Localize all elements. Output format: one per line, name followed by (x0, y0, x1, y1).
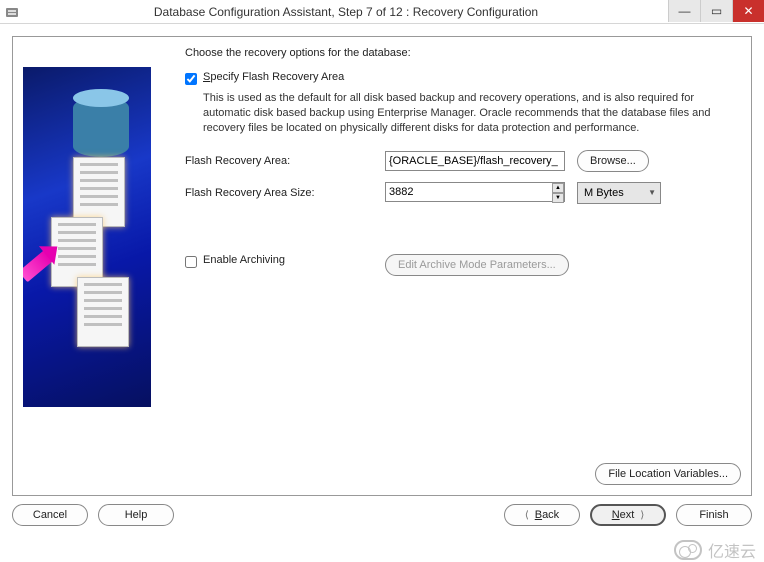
specify-flash-recovery-label: Specify Flash Recovery Area (203, 71, 344, 83)
chevron-down-icon: ▼ (648, 188, 656, 197)
maximize-button[interactable]: ▭ (700, 0, 732, 22)
chevron-left-icon: ⟨ (525, 510, 529, 521)
browse-button[interactable]: Browse... (577, 150, 649, 172)
minimize-button[interactable]: — (668, 0, 700, 22)
flash-size-unit-select[interactable]: M Bytes ▼ (577, 182, 661, 204)
file-location-variables-button[interactable]: File Location Variables... (595, 463, 741, 485)
cancel-button[interactable]: Cancel (12, 504, 88, 526)
flash-area-input[interactable] (385, 151, 565, 171)
specify-flash-recovery-checkbox[interactable] (185, 73, 197, 85)
window-title: Database Configuration Assistant, Step 7… (24, 5, 668, 19)
finish-button[interactable]: Finish (676, 504, 752, 526)
flash-size-label: Flash Recovery Area Size: (185, 187, 385, 199)
document-icon (77, 277, 129, 347)
close-icon: ✕ (743, 4, 753, 18)
chevron-right-icon: ⟩ (640, 510, 644, 521)
minimize-icon: — (679, 4, 691, 18)
edit-archive-params-button: Edit Archive Mode Parameters... (385, 254, 569, 276)
instruction-text: Choose the recovery options for the data… (185, 47, 741, 59)
flash-size-input[interactable] (385, 182, 565, 202)
back-button[interactable]: ⟨ Back (504, 504, 580, 526)
help-button[interactable]: Help (98, 504, 174, 526)
flash-size-spin-down[interactable]: ▼ (552, 193, 564, 203)
enable-archiving-label: Enable Archiving (203, 254, 385, 266)
wizard-frame: Choose the recovery options for the data… (12, 36, 752, 496)
flash-size-input-wrapper: ▲ ▼ (385, 182, 565, 204)
database-icon (73, 97, 129, 157)
title-bar: Database Configuration Assistant, Step 7… (0, 0, 764, 24)
wizard-illustration (23, 67, 151, 407)
watermark-logo-icon (674, 540, 702, 560)
wizard-button-bar: Cancel Help ⟨ Back Next ⟩ Finish (12, 504, 752, 526)
next-button[interactable]: Next ⟩ (590, 504, 666, 526)
flash-size-unit-value: M Bytes (584, 187, 624, 199)
flash-recovery-description: This is used as the default for all disk… (203, 91, 741, 136)
enable-archiving-checkbox[interactable] (185, 256, 197, 268)
app-icon (4, 4, 20, 20)
close-button[interactable]: ✕ (732, 0, 764, 22)
maximize-icon: ▭ (711, 4, 722, 18)
flash-size-spin-up[interactable]: ▲ (552, 183, 564, 193)
flash-area-label: Flash Recovery Area: (185, 155, 385, 167)
